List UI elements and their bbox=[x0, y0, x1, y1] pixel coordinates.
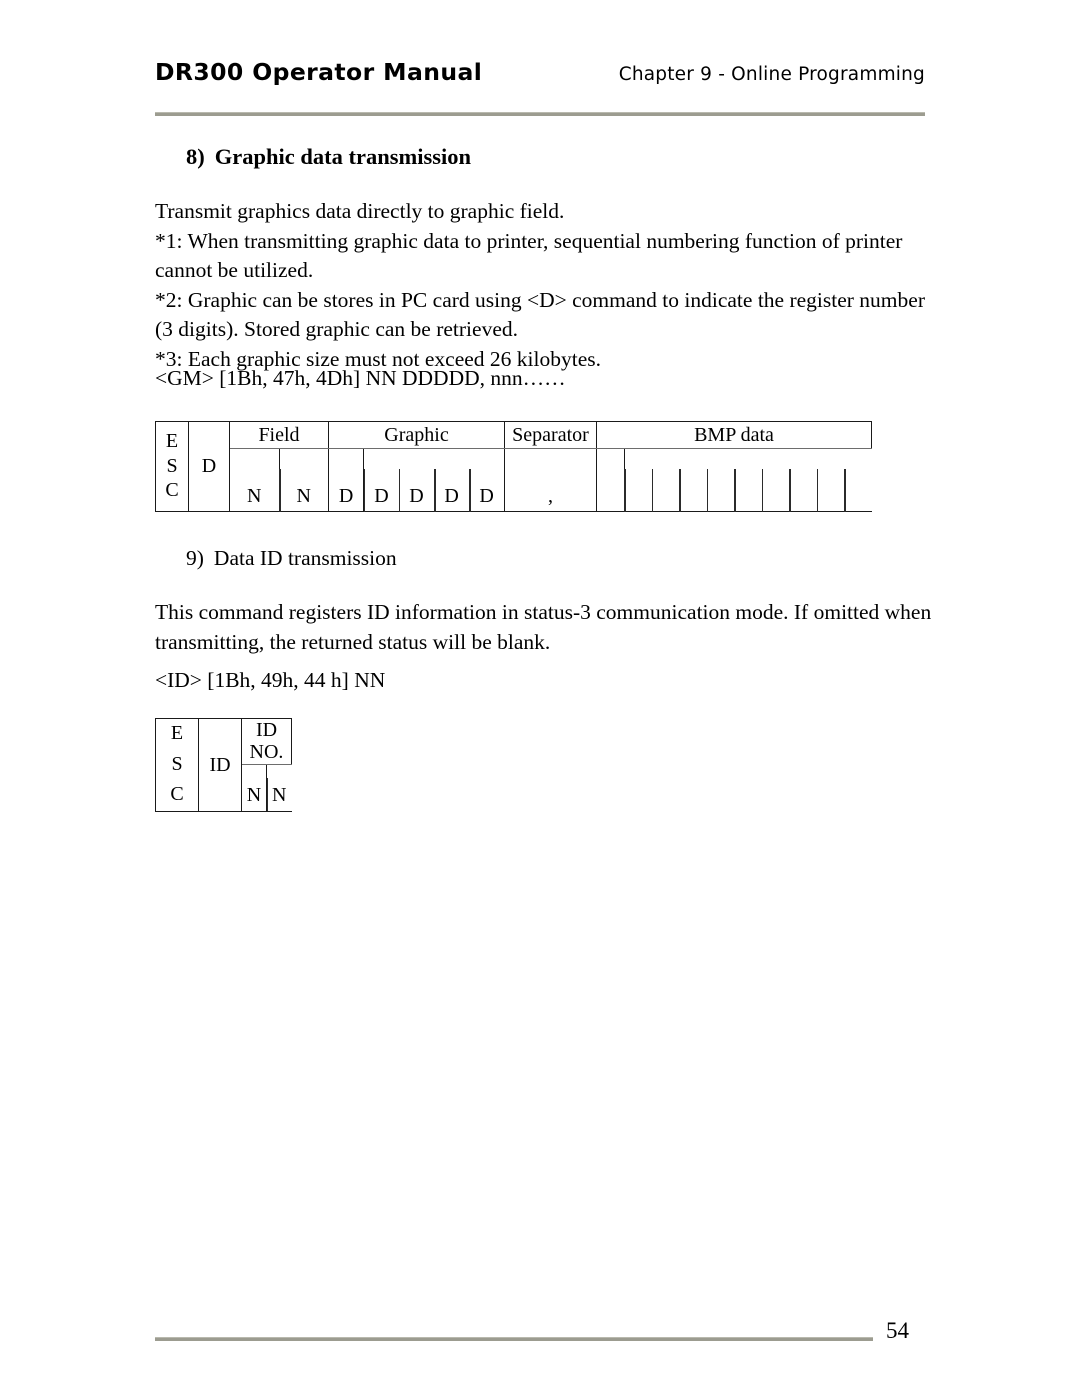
esc-char-2: S bbox=[166, 454, 178, 477]
id-no-group-header: ID NO. bbox=[241, 718, 292, 765]
bmp-cell-4 bbox=[679, 448, 707, 512]
id-frame-table: E S C ID ID NO. N N bbox=[155, 718, 292, 812]
section-8-paragraph-2: *1: When transmitting graphic data to pr… bbox=[155, 228, 903, 283]
separator-cell: , bbox=[504, 448, 597, 512]
id-esc-char-1: E bbox=[170, 722, 184, 745]
graphic-frame-table: E S C D Field Graphic Separator BMP data… bbox=[155, 421, 872, 512]
header-divider bbox=[155, 112, 925, 116]
id-esc-cell: E S C bbox=[155, 718, 199, 812]
table-row-group-headers: E S C D Field Graphic Separator BMP data bbox=[155, 421, 872, 512]
section-8-title: Graphic data transmission bbox=[214, 144, 472, 169]
section-9-number: 9) bbox=[186, 546, 204, 570]
id-esc-char-2: S bbox=[171, 752, 183, 775]
bmp-cell-9 bbox=[816, 448, 844, 512]
group-header-separator: Separator bbox=[504, 421, 597, 449]
bmp-cell-6 bbox=[734, 448, 762, 512]
bmp-cell-8 bbox=[789, 448, 817, 512]
graphic-cell-1: D bbox=[327, 448, 365, 512]
bmp-cell-2 bbox=[624, 448, 652, 512]
section-9-paragraph-1: This command registers ID information in… bbox=[155, 600, 932, 654]
bmp-cell-7 bbox=[761, 448, 789, 512]
group-header-field: Field bbox=[229, 421, 329, 449]
graphic-command-syntax: <GM> [1Bh, 47h, 4Dh] NN DDDDD, nnn…… bbox=[155, 366, 566, 390]
chapter-label: Chapter 9 - Online Programming bbox=[618, 64, 925, 85]
page-number: 54 bbox=[886, 1318, 909, 1343]
bmp-cell-5 bbox=[706, 448, 734, 512]
graphic-cell-4: D bbox=[434, 448, 470, 512]
id-esc-char-3: C bbox=[170, 783, 184, 806]
bmp-cell-3 bbox=[651, 448, 679, 512]
document-page: DR300 Operator Manual Chapter 9 - Online… bbox=[0, 0, 1080, 1397]
graphic-cell-2: D bbox=[363, 448, 399, 512]
graphic-cell-3: D bbox=[398, 448, 435, 512]
section-9-body: This command registers ID information in… bbox=[155, 598, 955, 657]
footer-divider bbox=[155, 1337, 873, 1341]
section-9-title: Data ID transmission bbox=[213, 546, 397, 570]
page-header: DR300 Operator Manual Chapter 9 - Online… bbox=[155, 58, 925, 100]
bmp-cell-10 bbox=[844, 448, 872, 512]
id-no-line-1: ID bbox=[255, 719, 278, 741]
table-row-id-group-header: E S C ID ID NO. bbox=[155, 718, 292, 812]
section-8-number: 8) bbox=[186, 144, 205, 169]
id-command-cell: ID bbox=[198, 718, 242, 812]
group-header-bmp-data: BMP data bbox=[596, 421, 872, 449]
id-cell-1: N bbox=[241, 763, 267, 812]
table-row-frame-cells: N N D D D D D , bbox=[156, 448, 872, 512]
section-9-heading: 9) Data ID transmission bbox=[186, 546, 397, 571]
section-8-heading: 8) Graphic data transmission bbox=[186, 144, 471, 170]
bmp-cell-1 bbox=[596, 448, 625, 512]
esc-cell: E S C bbox=[155, 421, 189, 512]
id-command-syntax: <ID> [1Bh, 49h, 44 h] NN bbox=[155, 668, 386, 692]
graphic-cell-5: D bbox=[469, 448, 505, 512]
section-8-body: Transmit graphics data directly to graph… bbox=[155, 197, 945, 375]
group-header-graphic: Graphic bbox=[328, 421, 505, 449]
command-char-cell: D bbox=[188, 421, 230, 512]
field-cell-2: N bbox=[279, 448, 329, 512]
esc-char-1: E bbox=[165, 430, 179, 452]
id-cell-2: N bbox=[266, 763, 292, 812]
section-8-paragraph-1: Transmit graphics data directly to graph… bbox=[155, 199, 565, 223]
id-no-line-2: NO. bbox=[249, 741, 284, 764]
section-8-paragraph-3: *2: Graphic can be stores in PC card usi… bbox=[155, 287, 925, 342]
manual-title: DR300 Operator Manual bbox=[155, 58, 483, 86]
esc-char-3: C bbox=[165, 479, 179, 501]
field-cell-1: N bbox=[229, 448, 280, 512]
